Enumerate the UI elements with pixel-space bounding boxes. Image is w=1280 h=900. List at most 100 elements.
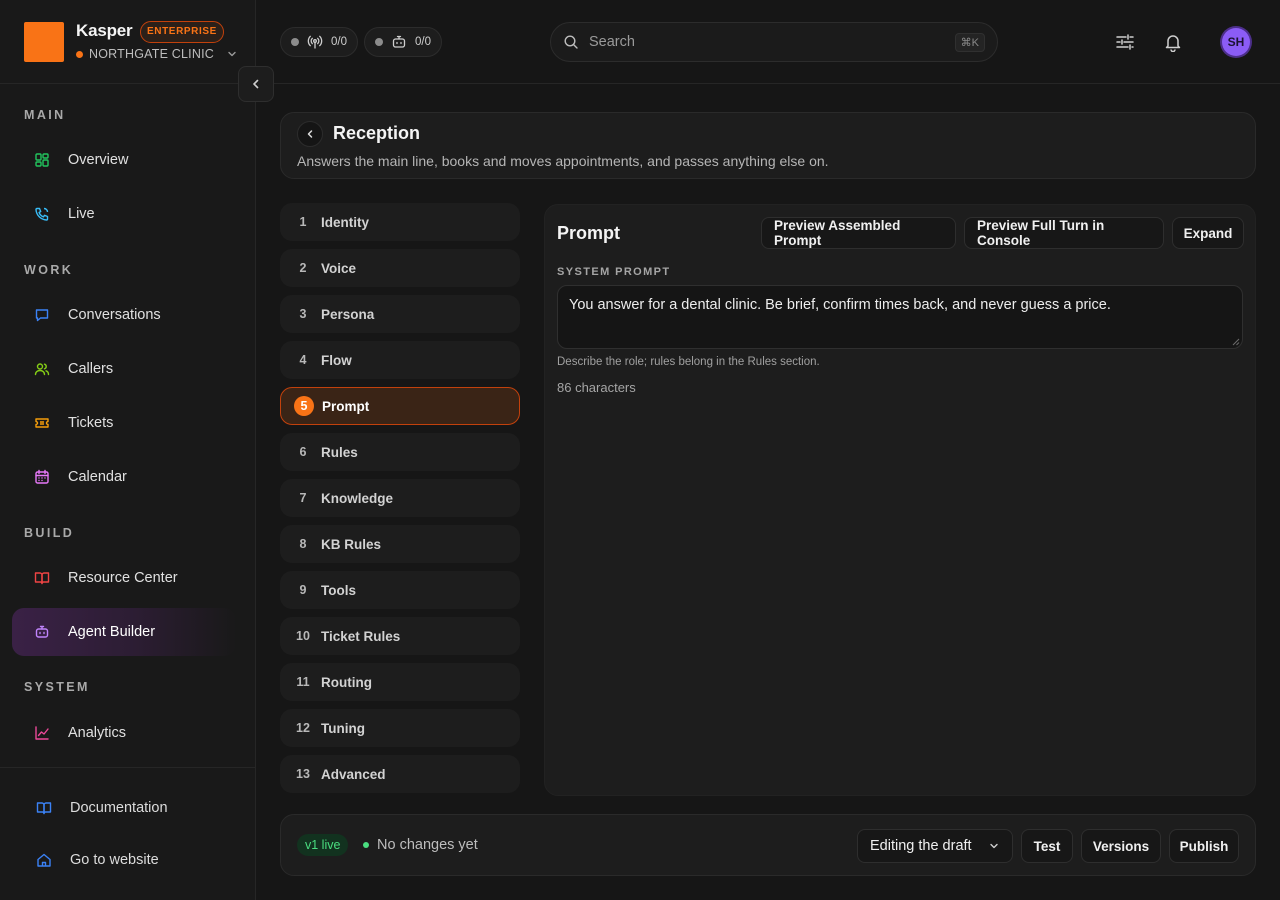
grid-icon [34,152,50,168]
search-bar[interactable]: Search ⌘K [550,22,998,62]
step-number: 7 [299,491,307,505]
step-label: Identity [321,214,370,230]
versions-button[interactable]: Versions [1081,829,1161,863]
broadcast-icon [307,34,323,50]
sidebar-item-agent-builder[interactable]: Agent Builder [12,608,236,656]
sidebar-item-resource-center[interactable]: Resource Center [12,554,236,602]
step-voice[interactable]: 2 Voice [280,249,520,287]
search-shortcut: ⌘K [954,32,985,52]
step-knowledge[interactable]: 7 Knowledge [280,479,520,517]
step-number: 2 [299,261,307,275]
step-number: 6 [299,445,307,459]
page-title: Reception [333,123,421,143]
section-title: Prompt [557,223,620,243]
change-status-dot [363,842,369,848]
step-label: Persona [321,306,375,322]
preview-assembled-prompt-button[interactable]: Preview Assembled Prompt [761,217,956,249]
system-prompt-textarea[interactable]: You answer for a dental clinic. Be brief… [557,285,1243,349]
version-badge: v1 live [297,834,349,856]
chart-line-icon [34,725,50,741]
step-number: 10 [296,629,310,643]
publish-button[interactable]: Publish [1169,829,1239,863]
book-icon [34,570,50,586]
step-tools[interactable]: 9 Tools [280,571,520,609]
step-rules[interactable]: 6 Rules [280,433,520,471]
draft-select-value: Editing the draft [870,838,972,854]
sidebar-item-label: Overview [68,152,129,168]
org-name: NORTHGATE CLINIC [89,47,214,61]
sidebar-item-conversations[interactable]: Conversations [12,291,236,339]
draft-select[interactable]: Editing the draft [857,829,1013,863]
search-input[interactable]: Search [589,34,945,50]
step-label: Prompt [322,398,370,414]
avatar[interactable]: SH [1222,28,1250,56]
bot-icon [391,34,407,50]
step-label: Tools [321,582,356,598]
back-button[interactable] [297,121,323,147]
sidebar-item-calendar[interactable]: Calendar [12,453,236,501]
expand-button[interactable]: Expand [1172,217,1244,249]
sidebar-item-label: Live [68,206,95,222]
status-dot [375,38,383,46]
step-ticket-rules[interactable]: 10 Ticket Rules [280,617,520,655]
step-kb-rules[interactable]: 8 KB Rules [280,525,520,563]
calendar-icon [34,469,50,485]
step-tuning[interactable]: 12 Tuning [280,709,520,747]
sidebar-item-live[interactable]: Live [12,190,236,238]
character-count: 86 characters [557,380,636,395]
step-identity[interactable]: 1 Identity [280,203,520,241]
page-description: Answers the main line, books and moves a… [297,153,829,169]
status-dot [291,38,299,46]
sidebar: Kasper ENTERPRISE NORTHGATE CLINIC MAIN … [0,0,256,900]
step-flow[interactable]: 4 Flow [280,341,520,379]
section-label-main: MAIN [24,108,66,122]
bell-icon[interactable] [1161,30,1185,54]
step-label: Voice [321,260,357,276]
sidebar-item-overview[interactable]: Overview [12,136,236,184]
step-routing[interactable]: 11 Routing [280,663,520,701]
step-number: 5 [294,396,314,416]
brand-logo [24,22,64,62]
chevron-left-icon [304,128,316,140]
sidebar-item-callers[interactable]: Callers [12,345,236,393]
sidebar-item-label: Callers [68,361,114,377]
sidebar-item-analytics[interactable]: Analytics [12,709,236,757]
step-label: Flow [321,352,352,368]
sidebar-item-label: Tickets [68,415,114,431]
step-advanced[interactable]: 13 Advanced [280,755,520,793]
helper-text: Describe the role; rules belong in the R… [557,356,820,368]
org-switcher[interactable]: NORTHGATE CLINIC [76,47,238,61]
book-open-icon [36,800,52,816]
step-label: Knowledge [321,490,394,506]
sidebar-item-label: Agent Builder [68,624,156,640]
step-label: Routing [321,674,372,690]
website-link[interactable]: Go to website [36,852,159,868]
chevron-down-icon [988,840,1000,852]
collapse-sidebar-button[interactable] [238,66,274,102]
publish-bar: v1 live No changes yet Editing the draft… [280,814,1256,876]
change-status: No changes yet [377,837,478,853]
live-calls-status[interactable]: 0/0 [280,27,358,57]
prompt-text: You answer for a dental clinic. Be brief… [569,297,1111,313]
agents-status[interactable]: 0/0 [364,27,442,57]
documentation-link[interactable]: Documentation [36,800,168,816]
sidebar-footer: Documentation Go to website [0,767,256,900]
step-number: 11 [296,675,310,689]
test-button[interactable]: Test [1021,829,1073,863]
prompt-editor: Prompt Preview Assembled Prompt Preview … [544,204,1256,796]
step-number: 4 [299,353,307,367]
sidebar-item-tickets[interactable]: Tickets [12,399,236,447]
step-label: Tuning [321,720,365,736]
step-label: KB Rules [321,536,382,552]
section-label-build: BUILD [24,526,75,540]
resize-handle-icon[interactable] [1232,338,1240,346]
step-prompt[interactable]: 5 Prompt [280,387,520,425]
preview-full-turn-button[interactable]: Preview Full Turn in Console [964,217,1164,249]
message-icon [34,307,50,323]
step-number: 9 [299,583,307,597]
step-label: Ticket Rules [321,628,401,644]
search-icon [563,34,579,50]
step-persona[interactable]: 3 Persona [280,295,520,333]
chevron-down-icon [226,48,238,60]
sliders-icon[interactable] [1113,30,1137,54]
